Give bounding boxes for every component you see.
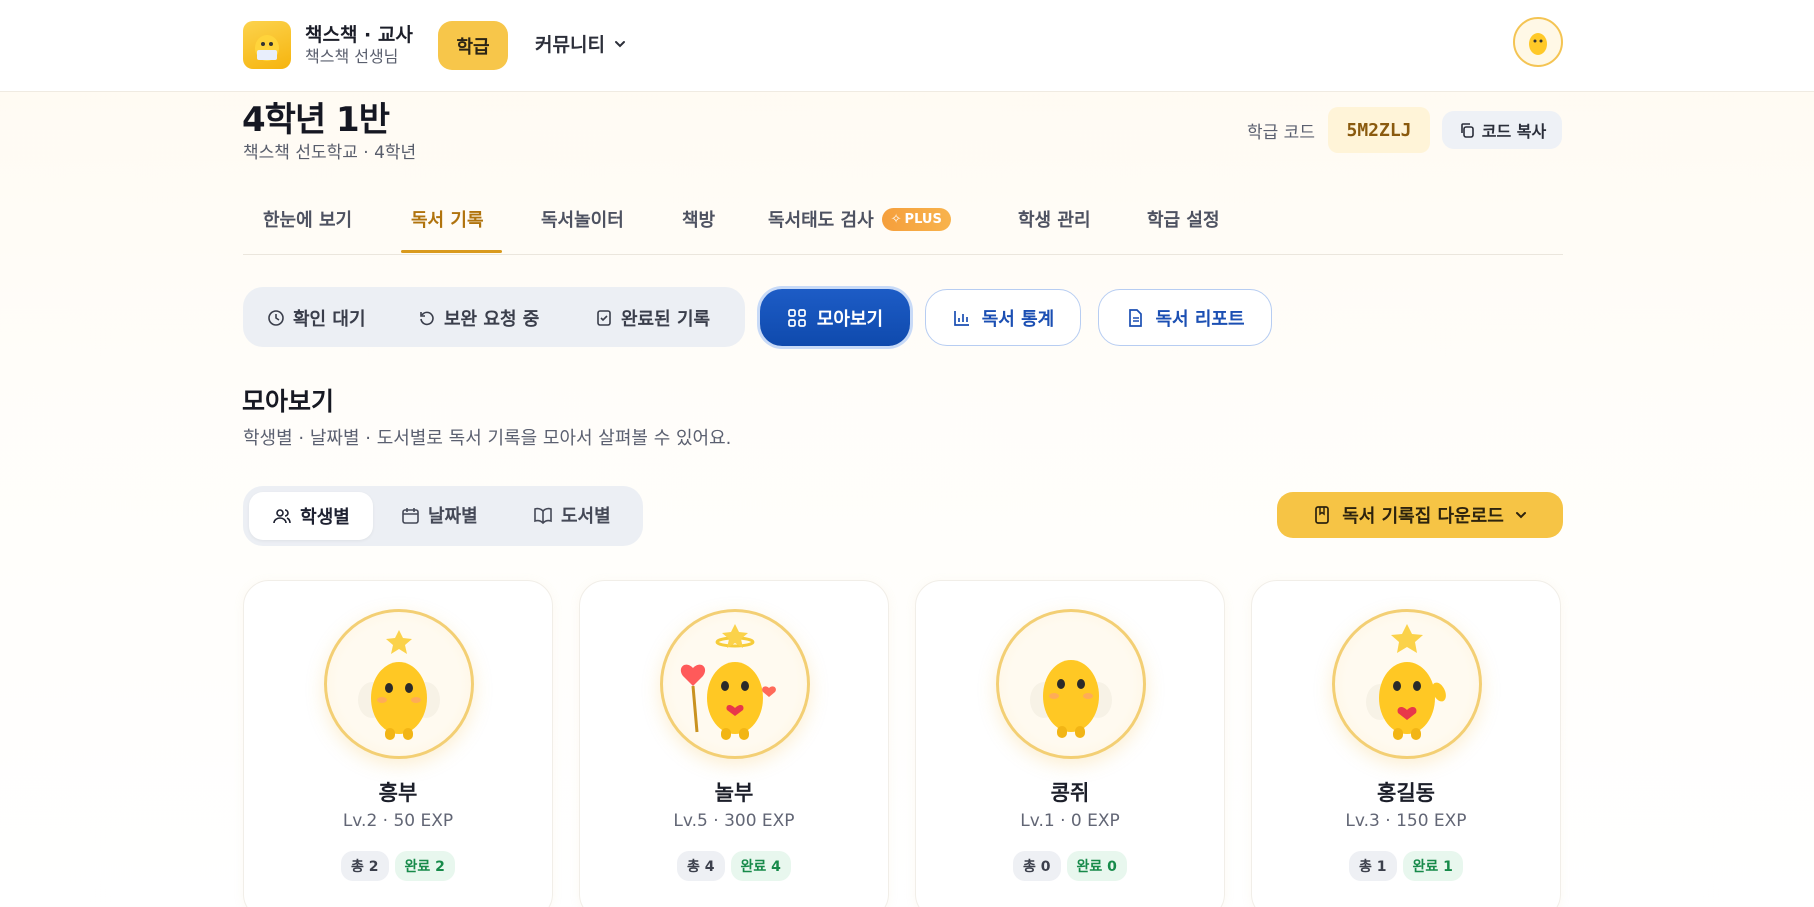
checklist-icon — [597, 310, 611, 326]
reading-report-label: 독서 리포트 — [1155, 308, 1245, 330]
nav-community-label: 커뮤니티 — [535, 34, 605, 56]
filter-revision[interactable]: 보완 요청 중 — [418, 305, 539, 331]
section-title: 모아보기 — [242, 387, 335, 416]
completed-count-badge: 완료 4 — [730, 851, 791, 881]
view-by-student[interactable]: 학생별 — [249, 492, 373, 540]
download-records-button[interactable]: 독서 기록집 다운로드 — [1277, 492, 1563, 538]
brand-title: 책스책 · 교사 — [305, 24, 413, 46]
tab-overview[interactable]: 한눈에 보기 — [263, 206, 352, 232]
reading-stats-label: 독서 통계 — [981, 308, 1055, 330]
bar-chart-icon — [953, 310, 969, 326]
grid-icon — [788, 308, 806, 327]
reading-stats-button[interactable]: 독서 통계 — [925, 289, 1081, 346]
copy-code-label: 코드 복사 — [1481, 122, 1547, 141]
view-by-book-label: 도서별 — [561, 506, 611, 527]
filter-revision-label: 보완 요청 중 — [444, 309, 540, 330]
completed-count-badge: 완료 0 — [1066, 851, 1127, 881]
student-avatar — [1332, 609, 1482, 759]
total-count-badge: 총 1 — [1349, 851, 1397, 881]
class-code-label: 학급 코드 — [1247, 123, 1315, 143]
view-by-book[interactable]: 도서별 — [533, 502, 611, 528]
filter-completed[interactable]: 완료된 기록 — [595, 305, 710, 331]
reading-report-button[interactable]: 독서 리포트 — [1098, 289, 1272, 346]
student-card[interactable]: 콩쥐 Lv.1 · 0 EXP 총 0 완료 0 — [915, 580, 1225, 907]
tab-reading-records[interactable]: 독서 기록 — [411, 206, 484, 232]
student-card[interactable]: 흥부 Lv.2 · 50 EXP 총 2 완료 2 — [243, 580, 553, 907]
filter-pending[interactable]: 확인 대기 — [267, 305, 366, 331]
student-level: Lv.1 · 0 EXP — [1020, 811, 1120, 831]
student-name: 놀부 — [714, 781, 754, 805]
users-icon — [273, 509, 291, 524]
tab-reading-playground[interactable]: 독서놀이터 — [541, 206, 624, 232]
total-count-badge: 총 2 — [341, 851, 389, 881]
brand-subtitle: 책스책 선생님 — [305, 46, 399, 66]
active-tab-indicator — [401, 250, 502, 253]
copy-icon — [1460, 123, 1474, 138]
student-avatar — [660, 609, 810, 759]
student-card[interactable]: 홍길동 Lv.3 · 150 EXP 총 1 완료 1 — [1251, 580, 1561, 907]
record-status-filter: 확인 대기 보완 요청 중 완료된 기록 — [243, 287, 745, 347]
student-name: 콩쥐 — [1050, 781, 1090, 805]
total-count-badge: 총 0 — [1013, 851, 1061, 881]
open-book-icon — [534, 507, 552, 525]
student-name: 흥부 — [378, 781, 418, 805]
document-icon — [1129, 308, 1143, 327]
filter-pending-label: 확인 대기 — [293, 309, 366, 330]
sparkle-icon: ✧ — [890, 211, 902, 227]
download-records-label: 독서 기록집 다운로드 — [1342, 506, 1504, 527]
tab-reading-attitude-test[interactable]: 독서태도 검사 ✧ PLUS — [768, 206, 951, 232]
page-title: 4학년 1반 — [242, 100, 390, 140]
calendar-icon — [402, 507, 419, 524]
student-name: 홍길동 — [1377, 781, 1435, 805]
tab-reading-attitude-label: 독서태도 검사 — [768, 210, 874, 231]
tab-class-settings[interactable]: 학급 설정 — [1147, 206, 1220, 232]
profile-avatar[interactable] — [1513, 17, 1563, 67]
book-download-icon — [1315, 506, 1330, 524]
overview-button-label: 모아보기 — [816, 308, 884, 330]
tab-student-management[interactable]: 학생 관리 — [1018, 206, 1091, 232]
top-bar: 책스책 · 교사 책스책 선생님 학급 커뮤니티 — [0, 0, 1814, 92]
student-level: Lv.3 · 150 EXP — [1345, 811, 1467, 831]
plus-badge: ✧ PLUS — [881, 207, 951, 231]
chevron-down-icon — [614, 40, 625, 47]
view-by-student-label: 학생별 — [300, 507, 350, 528]
chevron-down-icon — [1515, 512, 1526, 519]
nav-class-button[interactable]: 학급 — [438, 21, 508, 70]
brand[interactable]: 책스책 · 교사 책스책 선생님 — [243, 21, 413, 69]
student-avatar — [324, 609, 474, 759]
student-level: Lv.2 · 50 EXP — [342, 811, 454, 831]
completed-count-badge: 완료 2 — [394, 851, 455, 881]
completed-count-badge: 완료 1 — [1402, 851, 1463, 881]
main-tabs: 한눈에 보기 독서 기록 독서놀이터 책방 독서태도 검사 ✧ PLUS 학생 … — [243, 200, 1563, 255]
refresh-icon — [420, 311, 434, 326]
section-description: 학생별 · 날짜별 · 도서별로 독서 기록을 모아서 살펴볼 수 있어요. — [243, 428, 732, 449]
nav-community-menu[interactable]: 커뮤니티 — [535, 30, 627, 57]
filter-completed-label: 완료된 기록 — [621, 309, 711, 330]
plus-badge-label: PLUS — [904, 211, 942, 227]
class-code-value: 5M2ZLJ — [1328, 107, 1430, 153]
student-card[interactable]: 놀부 Lv.5 · 300 EXP 총 4 완료 4 — [579, 580, 889, 907]
total-count-badge: 총 4 — [677, 851, 725, 881]
tab-bookstore[interactable]: 책방 — [682, 206, 715, 232]
view-by-date-label: 날짜별 — [428, 506, 478, 527]
page-subtitle: 책스책 선도학교 · 4학년 — [243, 143, 417, 163]
clock-icon — [268, 310, 284, 326]
view-by-date[interactable]: 날짜별 — [401, 502, 478, 528]
overview-button[interactable]: 모아보기 — [760, 289, 910, 346]
copy-code-button[interactable]: 코드 복사 — [1442, 111, 1562, 149]
student-avatar — [996, 609, 1146, 759]
logo-icon — [243, 21, 291, 69]
student-level: Lv.5 · 300 EXP — [673, 811, 795, 831]
view-mode-selector: 학생별 날짜별 도서별 — [243, 486, 643, 546]
